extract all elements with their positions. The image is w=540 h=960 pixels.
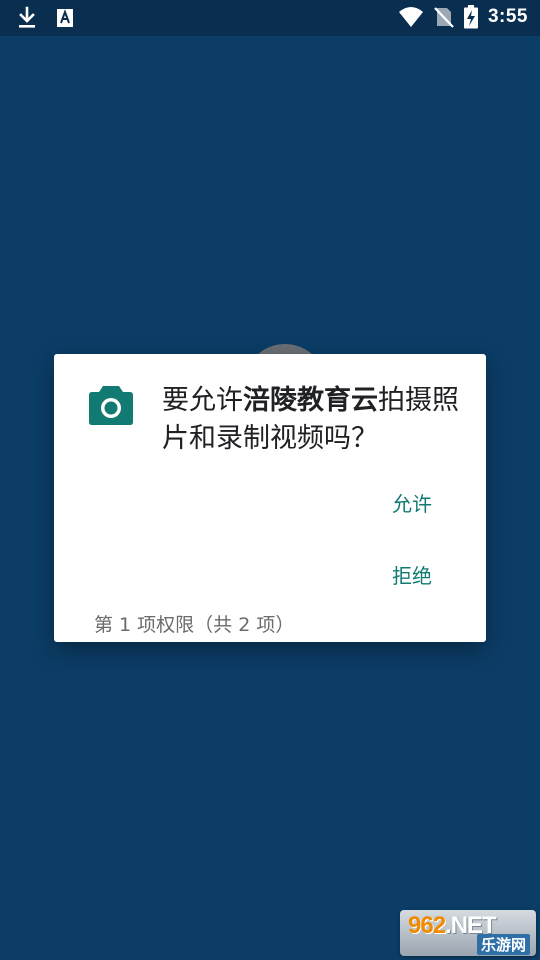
wifi-icon bbox=[398, 6, 424, 28]
allow-button[interactable]: 允许 bbox=[384, 484, 440, 521]
status-right-icons: 3:55 bbox=[398, 5, 528, 29]
status-time: 3:55 bbox=[487, 6, 528, 27]
watermark-subtitle: 乐游网 bbox=[476, 934, 530, 955]
permission-dialog: 要允许涪陵教育云拍摄照片和录制视频吗？ 允许 拒绝 第 1 项权限（共 2 项） bbox=[54, 354, 486, 642]
status-bar: 3:55 bbox=[0, 0, 540, 36]
download-icon bbox=[16, 6, 38, 30]
app-name: 涪陵教育云 bbox=[243, 385, 378, 416]
camera-icon bbox=[88, 384, 134, 430]
permission-counter: 第 1 项权限（共 2 项） bbox=[94, 614, 295, 636]
dialog-message: 要允许涪陵教育云拍摄照片和录制视频吗？ bbox=[162, 382, 472, 458]
watermark-logo: 962.NET 乐游网 bbox=[400, 910, 536, 956]
no-sim-icon bbox=[434, 6, 454, 28]
watermark-number: 962 bbox=[408, 912, 446, 939]
message-prefix: 要允许 bbox=[162, 385, 243, 416]
battery-charging-icon bbox=[463, 5, 478, 29]
status-left-icons bbox=[16, 6, 74, 30]
deny-button[interactable]: 拒绝 bbox=[384, 556, 440, 593]
font-icon bbox=[56, 8, 74, 28]
